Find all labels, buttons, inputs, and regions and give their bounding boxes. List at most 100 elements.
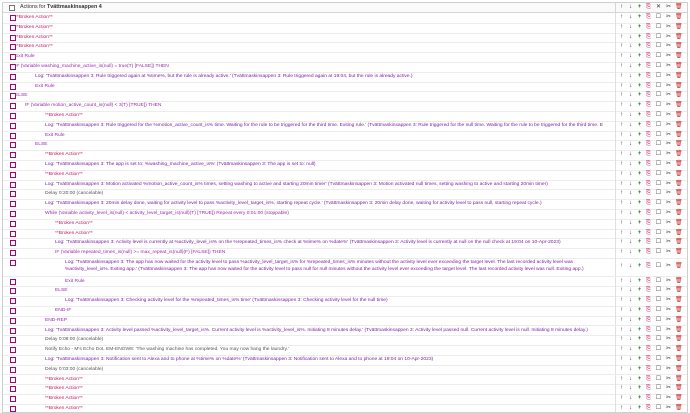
insert-action-icon[interactable]: +	[636, 297, 643, 304]
copy-icon[interactable]: ⎘	[645, 366, 652, 373]
delete-icon[interactable]: 🗑	[675, 366, 683, 373]
copy-icon[interactable]: ⎘	[645, 112, 652, 119]
action-checkbox[interactable]	[10, 211, 16, 217]
action-checkbox[interactable]	[10, 83, 16, 90]
delete-icon[interactable]: 🗑	[675, 346, 683, 353]
copy-icon[interactable]: ⎘	[645, 356, 652, 363]
broken-action-text[interactable]: **Broken Action**	[15, 14, 603, 22]
insert-action-icon[interactable]: +	[636, 376, 643, 383]
paste-icon[interactable]: ☐	[655, 112, 662, 119]
action-text[interactable]: IF (Variable repeated_times_is(null) >= …	[55, 249, 603, 257]
insert-action-icon[interactable]: +	[636, 336, 643, 343]
cut-icon[interactable]: ✂	[665, 132, 672, 139]
action-checkbox[interactable]	[10, 113, 16, 119]
cut-icon[interactable]: ✂	[665, 395, 672, 402]
action-checkbox[interactable]	[10, 317, 16, 324]
cut-icon[interactable]: ✂	[665, 249, 672, 256]
paste-icon[interactable]: ☐	[655, 210, 662, 217]
action-text[interactable]: Delay 0:08:00 (cancelable)	[45, 336, 603, 344]
delete-icon[interactable]: 🗑	[675, 24, 683, 31]
action-text[interactable]: IF (Variable motion_active_count_is(null…	[25, 102, 603, 110]
delete-icon[interactable]: 🗑	[675, 356, 683, 363]
action-text[interactable]: Exit Rule	[65, 278, 603, 286]
action-checkbox[interactable]	[10, 240, 16, 247]
paste-icon[interactable]: ☐	[655, 239, 662, 246]
paste-icon[interactable]: ☐	[655, 385, 662, 392]
broken-action-text[interactable]: **Broken Action**	[15, 34, 603, 42]
delete-icon[interactable]: 🗑	[675, 161, 683, 168]
copy-icon[interactable]: ⎘	[645, 161, 652, 168]
action-text[interactable]: END-REP	[45, 317, 603, 325]
cut-icon[interactable]: ✂	[665, 63, 672, 70]
cut-icon[interactable]: ✂	[665, 102, 672, 109]
move-down-icon[interactable]: ↓	[627, 395, 634, 402]
delete-icon[interactable]: 🗑	[675, 200, 683, 207]
move-up-icon[interactable]: ↑	[618, 63, 625, 70]
paste-icon[interactable]: ☐	[655, 317, 662, 324]
cut-icon[interactable]: ✂	[665, 151, 672, 158]
delete-icon[interactable]: 🗑	[675, 53, 683, 60]
move-up-icon[interactable]: ↑	[618, 73, 625, 80]
copy-icon[interactable]: ⎘	[645, 190, 652, 197]
insert-action-icon[interactable]: +	[636, 132, 643, 139]
insert-action-icon[interactable]: +	[636, 92, 643, 99]
delete-icon[interactable]: 🗑	[675, 307, 683, 314]
copy-icon[interactable]: ⎘	[645, 200, 652, 207]
move-down-icon[interactable]: ↓	[627, 297, 634, 304]
move-down-icon[interactable]: ↓	[627, 385, 634, 392]
scissors-icon[interactable]: ✂	[665, 4, 672, 11]
paste-icon[interactable]: ☐	[655, 336, 662, 343]
cut-icon[interactable]: ✂	[665, 161, 672, 168]
move-up-icon[interactable]: ↑	[618, 356, 625, 363]
action-checkbox[interactable]	[10, 181, 16, 188]
move-down-icon[interactable]: ↓	[627, 190, 634, 197]
move-down-icon[interactable]: ↓	[627, 161, 634, 168]
broken-action-text[interactable]: **Broken Action**	[55, 230, 603, 238]
copy-icon[interactable]: ⎘	[645, 317, 652, 324]
cut-icon[interactable]: ✂	[665, 92, 672, 99]
paste-icon[interactable]: ☐	[655, 63, 662, 70]
broken-action-text[interactable]: **Broken Action**	[45, 395, 603, 403]
action-text[interactable]: Log: 'Tvättmaskinsappen 3: Rule triggere…	[35, 73, 603, 81]
action-checkbox[interactable]	[10, 278, 16, 285]
cut-icon[interactable]: ✂	[665, 34, 672, 41]
cut-icon[interactable]: ✂	[665, 53, 672, 60]
insert-action-icon[interactable]: +	[636, 63, 643, 70]
copy-icon[interactable]: ⎘	[645, 4, 652, 11]
action-text[interactable]: While (Variable activity_level_is(null) …	[45, 210, 603, 218]
move-up-icon[interactable]: ↑	[618, 307, 625, 314]
copy-icon[interactable]: ⎘	[645, 92, 652, 99]
move-down-icon[interactable]: ↓	[627, 200, 634, 207]
action-text[interactable]: Log: 'Tvättmaskinsappen 3: Checking acti…	[65, 297, 603, 305]
move-up-icon[interactable]: ↑	[618, 14, 625, 21]
action-checkbox[interactable]	[10, 132, 16, 139]
move-up-icon[interactable]: ↑	[618, 317, 625, 324]
cut-icon[interactable]: ✂	[665, 346, 672, 353]
paste-icon[interactable]: ☐	[655, 366, 662, 373]
copy-icon[interactable]: ⎘	[645, 220, 652, 227]
move-up-icon[interactable]: ↑	[618, 366, 625, 373]
cut-icon[interactable]: ✂	[665, 181, 672, 188]
broken-action-text[interactable]: **Broken Action**	[45, 151, 603, 159]
move-down-icon[interactable]: ↓	[627, 336, 634, 343]
move-up-icon[interactable]: ↑	[618, 102, 625, 109]
delete-icon[interactable]: 🗑	[675, 336, 683, 343]
paste-icon[interactable]: ☐	[655, 132, 662, 139]
delete-icon[interactable]: 🗑	[675, 230, 683, 237]
paste-icon[interactable]: ☐	[655, 151, 662, 158]
paste-icon[interactable]: ☐	[655, 327, 662, 334]
move-down-icon[interactable]: ↓	[627, 102, 634, 109]
paste-icon[interactable]: ☐	[655, 122, 662, 129]
delete-icon[interactable]: 🗑	[675, 132, 683, 139]
cut-icon[interactable]: ✂	[665, 200, 672, 207]
action-row[interactable]: Log: 'Tvättmaskinsappen 3: The app has n…	[3, 258, 687, 277]
cut-icon[interactable]: ✂	[665, 171, 672, 178]
copy-icon[interactable]: ⎘	[645, 83, 652, 90]
action-checkbox[interactable]	[10, 298, 16, 305]
move-down-icon[interactable]: ↓	[627, 73, 634, 80]
move-down-icon[interactable]: ↓	[627, 34, 634, 41]
paste-icon[interactable]: ☐	[655, 307, 662, 314]
move-up-icon[interactable]: ↑	[618, 83, 625, 90]
copy-icon[interactable]: ⎘	[645, 132, 652, 139]
insert-action-icon[interactable]: +	[636, 385, 643, 392]
